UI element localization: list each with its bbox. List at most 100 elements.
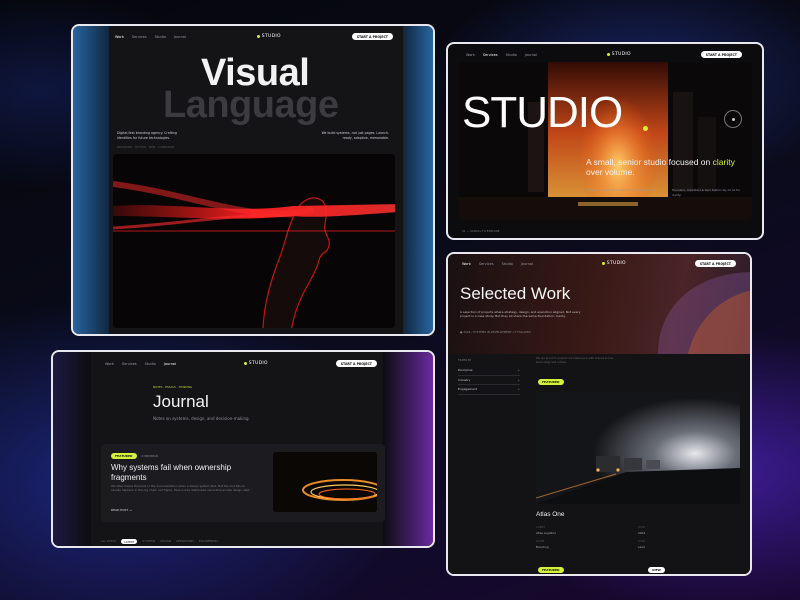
filter-tab-systems[interactable]: SYSTEMS xyxy=(142,539,155,544)
studio-title: STUDIO xyxy=(462,88,623,137)
selected-work-intro: A selection of projects where strategy, … xyxy=(460,310,581,319)
filter-tab-design[interactable]: DESIGN xyxy=(160,539,171,544)
filter-tab-all[interactable]: ALL POSTS xyxy=(101,539,116,544)
light-trail-illustration xyxy=(273,452,377,512)
scroll-indicator-icon[interactable] xyxy=(724,110,742,128)
logo-dot-icon xyxy=(606,53,610,56)
logo-text: STUDIO xyxy=(248,361,268,366)
filter-tab-operations[interactable]: OPERATIONS xyxy=(176,539,194,544)
small-text-left: Strategy, design and motion for brands t… xyxy=(586,188,656,192)
article-thumbnail xyxy=(273,452,377,512)
logo[interactable]: STUDIO xyxy=(606,52,631,57)
start-project-button[interactable]: START A PROJECT xyxy=(694,260,736,267)
scroll-footer: 01 — SCROLL TO EXPLORE xyxy=(462,229,500,234)
logo[interactable]: STUDIO xyxy=(256,34,281,39)
nav-link-journal[interactable]: Journal xyxy=(525,53,537,57)
featured-article-card[interactable]: FEATURED 6 MIN READ Why systems fail whe… xyxy=(101,444,385,522)
next-featured-tag: FEATURED xyxy=(538,567,564,573)
truck-convoy-illustration xyxy=(536,392,740,504)
accent-dot-icon xyxy=(643,126,648,131)
start-project-button[interactable]: START A PROJECT xyxy=(335,360,377,367)
nav-link-studio[interactable]: Studio xyxy=(506,53,517,57)
nav-link-work[interactable]: Work xyxy=(115,35,124,39)
nav-link-work[interactable]: Work xyxy=(466,53,475,57)
logo-dot-icon xyxy=(256,35,260,38)
logo-text: STUDIO xyxy=(611,52,631,57)
filter-discipline[interactable]: Discipline + xyxy=(458,366,520,376)
logo-dot-icon xyxy=(243,362,247,365)
filter-tab-engineering[interactable]: ENGINEERING xyxy=(199,539,219,544)
logo-text: STUDIO xyxy=(261,34,281,39)
visual-language-card[interactable]: Work Services Studio Journal STUDIO STAR… xyxy=(71,24,435,336)
project-name[interactable]: Atlas One xyxy=(536,511,565,518)
start-project-button[interactable]: START A PROJECT xyxy=(351,33,393,40)
journal-subtitle: Notes on systems, design, and decision-m… xyxy=(153,416,250,421)
right-glow-band xyxy=(403,26,433,334)
project-image[interactable] xyxy=(536,392,740,504)
hero-title-line2: Language xyxy=(163,84,339,126)
list-caption: We are proud to present our latest work … xyxy=(536,357,614,364)
filter-tabs: ALL POSTS LATEST SYSTEMS DESIGN OPERATIO… xyxy=(101,539,218,544)
article-excerpt: We often blame the tools or the document… xyxy=(111,484,251,492)
top-nav: Work Services Studio Journal STUDIO STAR… xyxy=(105,360,377,367)
header-orb-illustration xyxy=(658,272,750,354)
article-meta: FEATURED 6 MIN READ xyxy=(111,453,158,459)
article-headline[interactable]: Why systems fail when ownership fragment… xyxy=(111,463,261,482)
filter-engagement[interactable]: Engagement + xyxy=(458,385,520,395)
logo[interactable]: STUDIO xyxy=(243,361,268,366)
nav-links: Work Services Studio Journal xyxy=(105,362,176,366)
meta-client: CLIENT Atlas Logistics xyxy=(536,526,556,535)
filter-industry[interactable]: Industry + xyxy=(458,376,520,386)
meta-year: YEAR 2024 xyxy=(638,526,646,535)
nav-link-services[interactable]: Services xyxy=(483,53,498,57)
top-nav: Work Services Studio Journal STUDIO STAR… xyxy=(115,33,393,40)
logo[interactable]: STUDIO xyxy=(601,261,626,266)
featured-tag: FEATURED xyxy=(111,453,137,459)
right-caption: We build systems, not just pages. Launch… xyxy=(321,131,389,140)
left-gradient-band xyxy=(53,352,91,546)
selected-work-note: ● 2024 / SYSTEMS IN DEVELOPMENT / 3 FOLL… xyxy=(460,330,531,334)
left-glow-band xyxy=(73,26,109,334)
filter-heading: FILTER BY xyxy=(458,358,472,362)
nav-link-services[interactable]: Services xyxy=(479,262,494,266)
nav-link-studio[interactable]: Studio xyxy=(145,362,156,366)
small-text-right: Founders, marketers & tech teams rely on… xyxy=(672,188,740,197)
hero-image xyxy=(113,154,395,328)
nav-link-studio[interactable]: Studio xyxy=(502,262,513,266)
start-project-button[interactable]: START A PROJECT xyxy=(700,51,742,58)
journal-title: Journal xyxy=(153,392,209,411)
filter-list: Discipline + Industry + Engagement + xyxy=(458,366,520,395)
studio-card[interactable]: Work Services Studio Journal STUDIO STAR… xyxy=(446,42,764,240)
nav-links: Work Services Studio Journal xyxy=(115,35,186,39)
nav-link-studio[interactable]: Studio xyxy=(155,35,166,39)
meta-line: BRANDING · MOTION · WEB · CAMPAIGNS xyxy=(117,145,175,149)
nav-link-journal[interactable]: Journal xyxy=(521,262,533,266)
read-post-link[interactable]: READ POST → xyxy=(111,508,132,513)
nav-link-journal[interactable]: Journal xyxy=(164,362,176,366)
filter-tab-latest[interactable]: LATEST xyxy=(121,539,138,544)
selected-work-title: Selected Work xyxy=(460,284,571,303)
logo-text: STUDIO xyxy=(606,261,626,266)
view-button[interactable]: VIEW xyxy=(648,567,665,573)
nav-links: Work Services Studio Journal xyxy=(462,262,533,266)
woman-red-light-illustration xyxy=(113,154,395,328)
nav-link-services[interactable]: Services xyxy=(132,35,147,39)
left-caption: Digital-first branding agency. Crafting … xyxy=(117,131,177,140)
meta-scope: SCOPE Branding xyxy=(536,540,549,549)
journal-kicker: NOTES · ESSAYS · THINKING xyxy=(153,385,193,389)
featured-tag: FEATURED xyxy=(538,379,564,385)
nav-link-work[interactable]: Work xyxy=(105,362,114,366)
tagline: A small, senior studio focused on clarit… xyxy=(586,157,735,177)
project-meta: CLIENT Atlas Logistics YEAR 2024 SCOPE Bran… xyxy=(536,526,740,549)
nav-link-journal[interactable]: Journal xyxy=(174,35,186,39)
tagline-highlight: clarity xyxy=(712,157,735,167)
top-nav: Work Services Studio Journal STUDIO STAR… xyxy=(466,51,742,58)
nav-links: Work Services Studio Journal xyxy=(466,53,537,57)
right-gradient-band xyxy=(383,352,433,546)
nav-link-work[interactable]: Work xyxy=(462,262,471,266)
selected-work-card[interactable]: Work Services Studio Journal STUDIO STAR… xyxy=(446,252,752,576)
logo-dot-icon xyxy=(601,262,605,265)
journal-card[interactable]: Work Services Studio Journal STUDIO STAR… xyxy=(51,350,435,548)
expand-icon: + xyxy=(517,368,520,372)
nav-link-services[interactable]: Services xyxy=(122,362,137,366)
